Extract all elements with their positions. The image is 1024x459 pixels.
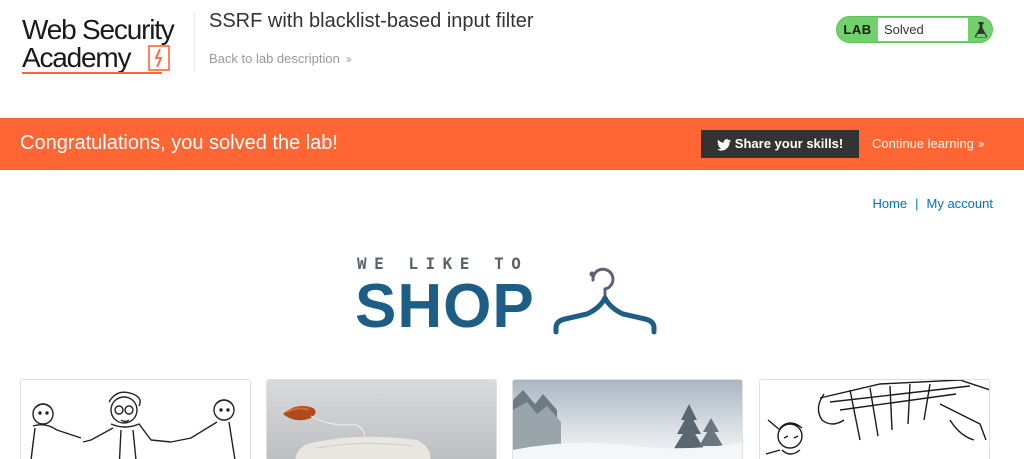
- product-card[interactable]: [266, 379, 497, 459]
- logo-underline: [22, 72, 162, 74]
- product-card[interactable]: [20, 379, 251, 459]
- product-image-sketch: [760, 380, 989, 459]
- lab-status-badge: LAB Solved: [836, 16, 993, 43]
- product-image-cartoon-people: [21, 380, 250, 459]
- flask-icon: [974, 22, 988, 38]
- product-image-snowy-landscape: [513, 380, 742, 459]
- lab-title: SSRF with blacklist-based input filter: [209, 10, 534, 32]
- nav-separator: |: [915, 196, 919, 211]
- my-account-link[interactable]: My account: [927, 196, 993, 211]
- hero-headline: SHOP: [355, 272, 535, 341]
- product-image-tea-bag: [267, 380, 496, 459]
- product-grid: [20, 379, 991, 459]
- twitter-bird-icon: [716, 138, 731, 151]
- continue-learning-label: Continue learning: [872, 136, 974, 151]
- product-card[interactable]: [759, 379, 990, 459]
- share-skills-button[interactable]: Share your skills!: [701, 130, 859, 158]
- lab-status-text: Solved: [878, 18, 968, 41]
- lab-solved-banner: Congratulations, you solved the lab! Sha…: [0, 118, 1024, 170]
- back-to-lab-description-link[interactable]: Back to lab description ››: [209, 51, 352, 66]
- shop-hero-logo: WE LIKE TO SHOP: [355, 254, 665, 340]
- clothes-hanger-icon: [553, 267, 657, 335]
- logo-text-line2: Academy: [22, 42, 132, 73]
- back-link-label: Back to lab description: [209, 51, 340, 66]
- share-skills-label: Share your skills!: [734, 136, 844, 151]
- lab-header: Web Security Academy SSRF with blacklist…: [0, 0, 1024, 118]
- header-divider: [194, 14, 195, 72]
- double-chevron-right-icon: ››: [977, 136, 985, 151]
- congratulations-message: Congratulations, you solved the lab!: [20, 132, 338, 154]
- top-navigation: Home | My account: [872, 196, 993, 211]
- product-card[interactable]: [512, 379, 743, 459]
- hero-tagline: WE LIKE TO: [357, 254, 529, 273]
- home-link[interactable]: Home: [872, 196, 907, 211]
- logo-bolt-icon: [148, 45, 170, 71]
- continue-learning-link[interactable]: Continue learning ››: [872, 136, 985, 151]
- web-security-academy-logo[interactable]: Web Security Academy: [22, 14, 194, 78]
- double-chevron-right-icon: ››: [345, 52, 352, 66]
- lab-label: LAB: [843, 22, 872, 37]
